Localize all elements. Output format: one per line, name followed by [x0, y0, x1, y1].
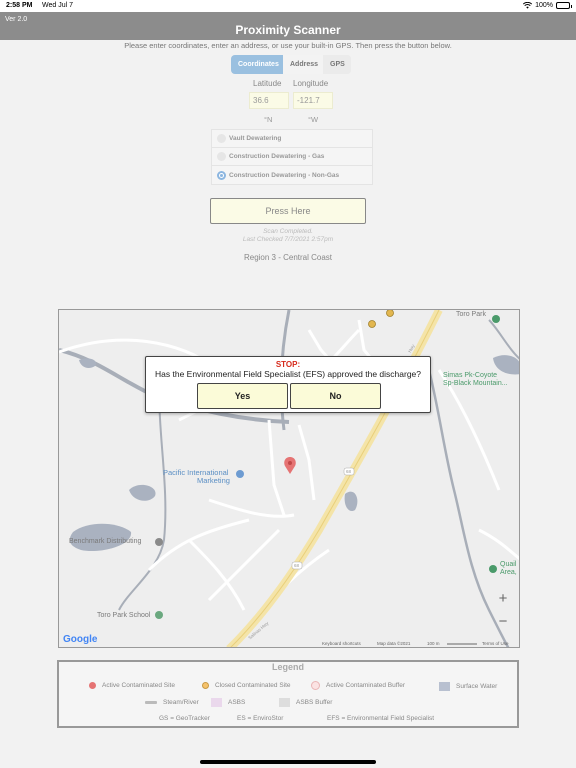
legend-active-buffer: Active Contaminated Buffer [311, 681, 405, 690]
dialog-question: Has the Environmental Field Specialist (… [155, 369, 421, 379]
map-label-simas-2: Sp-Black Mountain... [443, 380, 508, 387]
radio-icon [217, 152, 226, 161]
map-scale-label: 100 m [427, 641, 440, 646]
map-label-quail-2: Area, [500, 569, 517, 576]
abbr-envirostor: ES = EnviroStor [237, 715, 284, 722]
map-label-pacific-2: Marketing [197, 476, 230, 485]
legend-title: Legend [271, 662, 304, 672]
legend-label: Closed Contaminated Site [215, 682, 291, 689]
map-legend: Legend Active Contaminated Site Closed C… [57, 660, 519, 728]
option-label: Vault Dewatering [229, 135, 282, 142]
app-header: Ver 2.0 Proximity Scanner [0, 12, 576, 40]
legend-label: Surface Water [456, 683, 498, 690]
map-route-68-b: 68 [294, 563, 300, 568]
option-construction-gas[interactable]: Construction Dewatering - Gas [212, 148, 372, 166]
legend-asbs: ASBS [211, 698, 245, 707]
discharge-type-list: Vault Dewatering Construction Dewatering… [211, 129, 373, 185]
map-route-68-a: 68 [346, 469, 352, 474]
input-mode-tabs: Coordinates Address GPS [231, 55, 351, 74]
option-label: Construction Dewatering - Non-Gas [229, 171, 340, 179]
legend-label: ASBS Buffer [296, 699, 333, 706]
tab-gps[interactable]: GPS [323, 55, 351, 74]
legend-label: Active Contaminated Buffer [326, 682, 406, 689]
legend-steam-river: Steam/River [145, 699, 199, 706]
map-data-attribution: Map data ©2021 [377, 641, 411, 646]
last-checked-text: Last Checked 7/7/2021 2:57pm [242, 236, 334, 243]
option-construction-non-gas[interactable]: Construction Dewatering - Non-Gas [212, 166, 372, 184]
battery-percent: 100% [535, 2, 553, 9]
legend-asbs-buffer: ASBS Buffer [279, 698, 332, 707]
active-site-swatch [89, 682, 96, 689]
steam-river-swatch [145, 701, 157, 704]
legend-label: Steam/River [163, 699, 199, 706]
zoom-in-button[interactable]: + [492, 589, 514, 609]
radio-icon [217, 134, 226, 143]
map-label-simas: Simas Pk-Coyote [443, 372, 498, 379]
active-buffer-swatch [311, 681, 320, 690]
instructions-text: Please enter coordinates, enter an addre… [124, 41, 452, 50]
zoom-out-button[interactable]: − [492, 612, 514, 632]
asbs-buffer-swatch [279, 698, 290, 707]
abbr-geotracker: GS = GeoTracker [159, 715, 210, 722]
status-bar: 2:58 PM Wed Jul 7 100% [0, 0, 576, 12]
map-label-benchmark: Benchmark Distributing [69, 538, 142, 545]
asbs-swatch [211, 698, 222, 707]
status-right: 100% [523, 2, 572, 9]
legend-label: Active Contaminated Site [102, 682, 175, 689]
tab-coordinates[interactable]: Coordinates [231, 55, 283, 74]
dialog-stop-label: STOP: [275, 360, 301, 369]
home-indicator[interactable] [200, 760, 376, 764]
abbr-efs: EFS = Environmental Field Specialist [327, 715, 435, 722]
latitude-unit: °N [264, 115, 273, 124]
keyboard-shortcuts-link[interactable]: Keyboard shortcuts [322, 641, 361, 646]
longitude-unit: °W [308, 115, 319, 124]
legend-surface-water: Surface Water [439, 682, 497, 691]
yes-button[interactable]: Yes [197, 383, 288, 409]
region-label: Region 3 - Central Coast [243, 253, 333, 262]
efs-approval-dialog: STOP: Has the Environmental Field Specia… [145, 356, 431, 413]
terms-of-use-link[interactable]: Terms of Use [482, 641, 509, 646]
map-label-toro-park: Toro Park [456, 311, 486, 318]
no-button[interactable]: No [290, 383, 381, 409]
closed-site-swatch [202, 682, 209, 689]
option-label: Construction Dewatering - Gas [229, 153, 325, 160]
status-date: Wed Jul 7 [42, 2, 73, 9]
wifi-icon [523, 2, 533, 9]
map-label-toro-school: Toro Park School [97, 612, 151, 619]
longitude-label: Longitude [293, 79, 329, 88]
version-label: Ver 2.0 [5, 16, 28, 23]
legend-active-site: Active Contaminated Site [89, 682, 175, 689]
latitude-input[interactable]: 36.6 [249, 92, 289, 109]
map-label-quail: Quail [500, 561, 517, 568]
tab-address[interactable]: Address [283, 55, 323, 74]
scan-completed-text: Scan Completed. [263, 228, 313, 235]
google-logo: Google [63, 634, 97, 645]
option-vault-dewatering[interactable]: Vault Dewatering [212, 130, 372, 148]
google-logo-text: Google [63, 634, 98, 645]
legend-label: ASBS [228, 699, 246, 706]
latitude-label: Latitude [253, 79, 282, 88]
legend-closed-site: Closed Contaminated Site [202, 682, 291, 689]
status-time: 2:58 PM [6, 2, 33, 9]
radio-selected-icon [217, 170, 226, 180]
battery-icon [556, 2, 572, 9]
scan-status: Scan Completed. Last Checked 7/7/2021 2:… [0, 228, 576, 244]
longitude-input[interactable]: -121.7 [293, 92, 333, 109]
press-here-button[interactable]: Press Here [210, 198, 366, 224]
surface-water-swatch [439, 682, 450, 691]
page-title: Proximity Scanner [235, 23, 341, 37]
